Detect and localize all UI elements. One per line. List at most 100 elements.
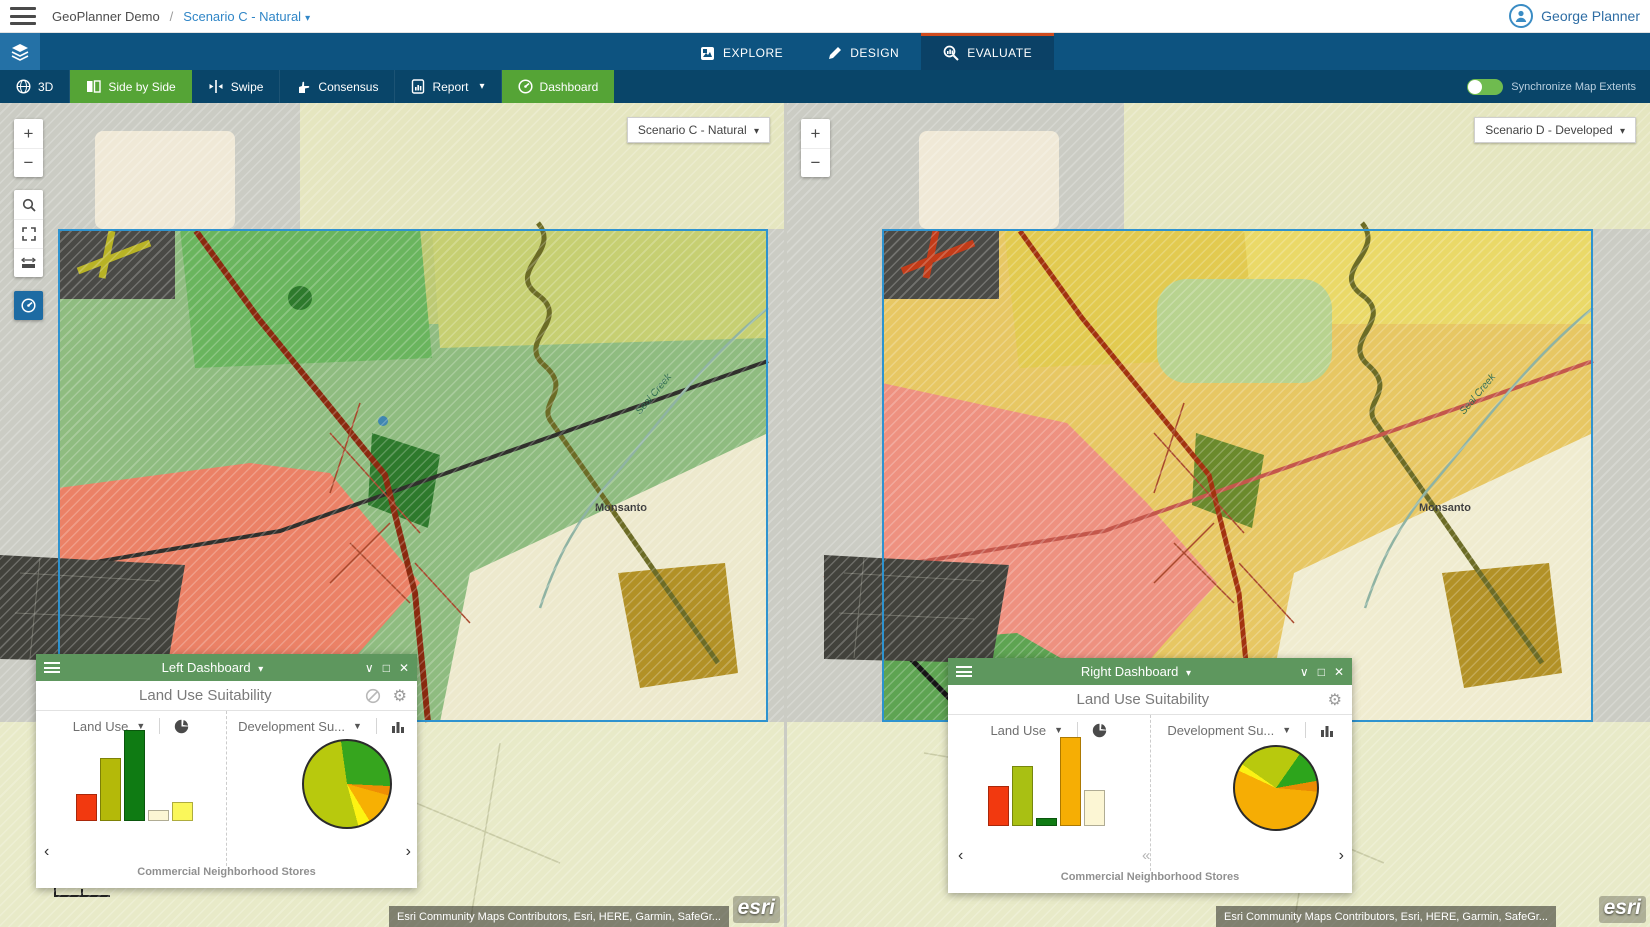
collapse-icon[interactable]: ∨ bbox=[365, 661, 374, 675]
main-menu-icon[interactable] bbox=[10, 7, 36, 25]
side-by-side-label: Side by Side bbox=[108, 80, 175, 94]
chevron-down-icon[interactable]: ▼ bbox=[1282, 725, 1291, 735]
pie-chart-icon[interactable] bbox=[1092, 723, 1107, 738]
full-extent-button[interactable] bbox=[14, 219, 43, 248]
tab-evaluate[interactable]: EVALUATE bbox=[921, 33, 1054, 70]
report-button[interactable]: Report ▾ bbox=[395, 70, 501, 103]
bar-segment[interactable] bbox=[1012, 766, 1033, 826]
user-name[interactable]: George Planner bbox=[1541, 8, 1640, 24]
visibility-off-icon[interactable] bbox=[365, 688, 381, 704]
side-by-side-button[interactable]: Side by Side bbox=[70, 70, 191, 103]
dashboard-title-dropdown[interactable]: Left Dashboard ▾ bbox=[60, 660, 365, 675]
bar-chart-icon[interactable] bbox=[1320, 724, 1335, 737]
breadcrumb-scenario-link[interactable]: Scenario C - Natural▾ bbox=[183, 9, 310, 24]
bar-segment[interactable] bbox=[988, 786, 1009, 826]
tab-label: DESIGN bbox=[850, 46, 899, 60]
bar-chart-icon[interactable] bbox=[391, 720, 406, 733]
swipe-label: Swipe bbox=[231, 80, 264, 94]
maximize-icon[interactable]: □ bbox=[1318, 665, 1325, 679]
top-bar: GeoPlanner Demo / Scenario C - Natural▾ … bbox=[0, 0, 1650, 33]
close-icon[interactable]: ✕ bbox=[399, 661, 409, 675]
dashboard-label: Dashboard bbox=[540, 80, 599, 94]
chevron-down-icon: ▾ bbox=[305, 13, 310, 24]
expand-arrows-icon bbox=[22, 227, 36, 241]
land-use-widget: Land Use ▼ bbox=[36, 711, 226, 866]
left-dashboard-header[interactable]: Left Dashboard ▾ ∨ □ ✕ bbox=[36, 654, 417, 681]
consensus-button[interactable]: Consensus bbox=[280, 70, 395, 103]
gauge-icon bbox=[518, 79, 533, 94]
right-dashboard-header[interactable]: Right Dashboard ▾ ∨ □ ✕ bbox=[948, 658, 1352, 685]
next-chart-chevron[interactable]: › bbox=[1339, 847, 1344, 865]
dashboard-button[interactable]: Dashboard bbox=[502, 70, 615, 103]
left-scenario-selector[interactable]: Scenario C - Natural ▾ bbox=[627, 117, 770, 143]
bar-segment[interactable] bbox=[172, 802, 193, 821]
right-pie-chart[interactable] bbox=[1233, 745, 1319, 831]
tab-label: EXPLORE bbox=[723, 46, 783, 60]
3d-button[interactable]: 3D bbox=[0, 70, 70, 103]
maximize-icon[interactable]: □ bbox=[383, 661, 390, 675]
left-map-tools bbox=[14, 190, 43, 277]
swipe-icon bbox=[208, 80, 224, 93]
bar-segment[interactable] bbox=[100, 758, 121, 821]
sync-map-extents-toggle[interactable] bbox=[1467, 79, 1503, 95]
bar-segment[interactable] bbox=[1084, 790, 1105, 826]
left-bar-chart[interactable] bbox=[76, 730, 193, 821]
chevron-down-icon[interactable]: ▼ bbox=[353, 721, 362, 731]
3d-label: 3D bbox=[38, 80, 53, 94]
bar-segment[interactable] bbox=[1060, 737, 1081, 826]
next-chart-chevron[interactable]: › bbox=[406, 843, 411, 861]
chevron-down-icon: ▾ bbox=[480, 81, 485, 92]
tab-design[interactable]: DESIGN bbox=[805, 33, 921, 70]
tab-label: EVALUATE bbox=[967, 46, 1032, 60]
widget-label[interactable]: Development Su... bbox=[1167, 723, 1274, 738]
dashboards-toggle-button[interactable] bbox=[14, 291, 43, 320]
user-avatar[interactable] bbox=[1509, 4, 1533, 28]
zoom-out-button[interactable]: − bbox=[801, 148, 830, 177]
left-dashboard-titlerow: Land Use Suitability ⚙ bbox=[36, 681, 417, 711]
collapse-icon[interactable]: ∨ bbox=[1300, 665, 1309, 679]
consensus-icon bbox=[296, 80, 311, 94]
bar-segment[interactable] bbox=[148, 810, 169, 821]
side-by-side-icon bbox=[86, 80, 101, 93]
swipe-button[interactable]: Swipe bbox=[192, 70, 281, 103]
esri-logo: esri bbox=[733, 896, 780, 923]
widget-label[interactable]: Development Su... bbox=[238, 719, 345, 734]
right-zoom-control: + − bbox=[801, 119, 830, 177]
sync-map-extents-label: Synchronize Map Extents bbox=[1511, 81, 1636, 93]
layers-button[interactable] bbox=[0, 33, 40, 70]
dashboard-menu-icon[interactable] bbox=[956, 666, 972, 677]
chevron-down-icon: ▾ bbox=[258, 664, 263, 675]
person-icon bbox=[1514, 9, 1528, 23]
chart-caption: Commercial Neighborhood Stores bbox=[36, 866, 417, 888]
bar-segment[interactable] bbox=[1036, 818, 1057, 826]
map-place-label: Monsanto bbox=[595, 502, 647, 514]
bar-segment[interactable] bbox=[124, 730, 145, 821]
right-dashboard-body: ‹ Land Use ▼ « Development Su... ▼ bbox=[948, 715, 1352, 871]
zoom-out-button[interactable]: − bbox=[14, 148, 43, 177]
development-suitability-widget: Development Su... ▼ bbox=[1150, 715, 1353, 871]
left-dashboard-panel: Left Dashboard ▾ ∨ □ ✕ Land Use Suitabil… bbox=[36, 654, 417, 888]
chevron-down-icon[interactable]: ▼ bbox=[1054, 725, 1063, 735]
gear-icon[interactable]: ⚙ bbox=[393, 686, 407, 706]
tab-explore[interactable]: EXPLORE bbox=[678, 33, 805, 70]
esri-logo: esri bbox=[1599, 896, 1646, 923]
dashboard-menu-icon[interactable] bbox=[44, 662, 60, 673]
measure-button[interactable] bbox=[14, 248, 43, 277]
left-map-attribution: Esri Community Maps Contributors, Esri, … bbox=[389, 906, 729, 927]
right-dashboard-titlerow: Land Use Suitability ⚙ bbox=[948, 685, 1352, 715]
right-scenario-selector[interactable]: Scenario D - Developed ▾ bbox=[1474, 117, 1636, 143]
widget-label[interactable]: Land Use bbox=[990, 723, 1046, 738]
gear-icon[interactable]: ⚙ bbox=[1328, 690, 1342, 710]
development-suitability-widget: Development Su... ▼ bbox=[226, 711, 417, 866]
dashboard-title-dropdown[interactable]: Right Dashboard ▾ bbox=[972, 664, 1300, 679]
land-use-widget: Land Use ▼ bbox=[948, 715, 1150, 871]
bar-segment[interactable] bbox=[76, 794, 97, 821]
zoom-in-button[interactable]: + bbox=[14, 119, 43, 148]
close-icon[interactable]: ✕ bbox=[1334, 665, 1344, 679]
left-pie-chart[interactable] bbox=[302, 739, 392, 829]
nav-bar: EXPLORE DESIGN EVALUATE bbox=[0, 33, 1650, 70]
zoom-in-button[interactable]: + bbox=[801, 119, 830, 148]
map-place-label: Monsanto bbox=[1419, 502, 1471, 514]
right-bar-chart[interactable] bbox=[988, 737, 1105, 826]
search-button[interactable] bbox=[14, 190, 43, 219]
